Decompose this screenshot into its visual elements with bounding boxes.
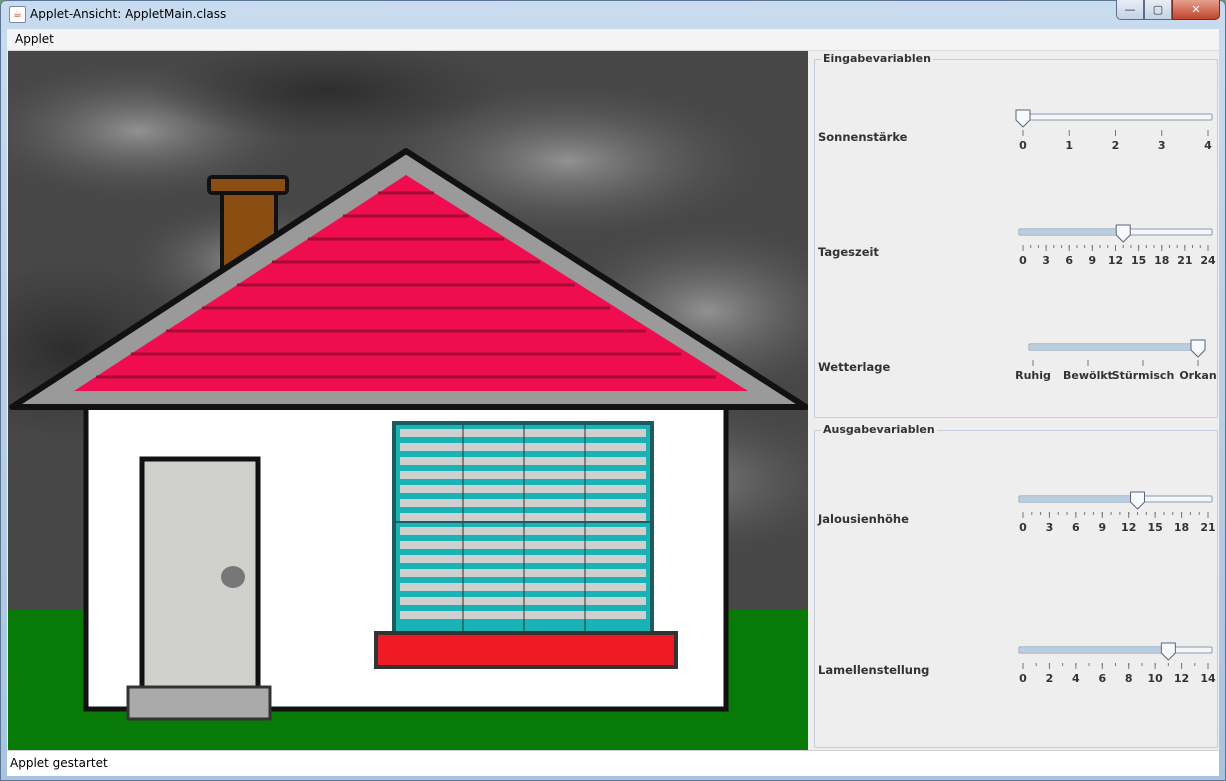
tick-label: 1	[1065, 139, 1073, 152]
minimize-button[interactable]: —	[1116, 0, 1144, 20]
label-lamellenstellung: Lamellenstellung	[818, 663, 930, 677]
tick-label: 4	[1204, 139, 1212, 152]
tick-label: Stürmisch	[1112, 369, 1175, 382]
slider-track-fill	[1020, 648, 1169, 652]
window-controls: — ▢ ✕	[1116, 0, 1220, 20]
tick-label: 0	[1019, 254, 1027, 267]
tick-label: 12	[1121, 521, 1136, 534]
tick-label: 0	[1019, 521, 1027, 534]
tick-label: 21	[1177, 254, 1192, 267]
control-panel: Eingabevariablen Sonnenstärke 01234 Tage…	[812, 51, 1218, 750]
window-title: Applet-Ansicht: AppletMain.class	[30, 7, 227, 21]
slider-jalousienhoehe[interactable]: 0 3 6 9 12 15 18 21	[1018, 491, 1219, 542]
tick-label: 3	[1046, 521, 1054, 534]
slider-track	[1018, 113, 1213, 121]
slider-sonnenstaerke[interactable]: 0 1 2 3 4	[1015, 109, 1219, 160]
slider-track-fill	[1020, 497, 1138, 501]
input-variables-group: Eingabevariablen Sonnenstärke 01234 Tage…	[814, 52, 1219, 418]
house-scene-canvas	[8, 51, 808, 750]
slider-thumb[interactable]	[1160, 642, 1176, 661]
tick-label: 18	[1154, 254, 1169, 267]
maximize-button[interactable]: ▢	[1144, 0, 1172, 20]
tick-label: Bewölkt	[1063, 369, 1113, 382]
status-bar: Applet gestartet	[7, 750, 1219, 776]
app-window: ☕ Applet-Ansicht: AppletMain.class — ▢ ✕…	[0, 0, 1226, 781]
java-icon: ☕	[9, 6, 26, 23]
slider-track-fill	[1030, 345, 1198, 349]
tick-label: 8	[1125, 672, 1133, 685]
tick-label: 2	[1046, 672, 1054, 685]
label-tageszeit: Tageszeit	[818, 245, 879, 259]
slider-thumb[interactable]	[1190, 339, 1206, 358]
door-knob	[221, 566, 245, 588]
tick-label: 6	[1065, 254, 1073, 267]
chimney-cap	[207, 175, 289, 195]
tick-label: 0	[1019, 139, 1027, 152]
label-jalousienhoehe: Jalousienhöhe	[818, 512, 909, 526]
tick-label: 21	[1200, 521, 1215, 534]
input-group-title: Eingabevariablen	[821, 52, 933, 65]
slider-lamellenstellung[interactable]: 0 2 4 6 8 10 12 14	[1018, 642, 1219, 693]
slider-wetterlage[interactable]: Ruhig BewölktStürmisch Orkan	[1015, 339, 1219, 390]
tick-label: 15	[1147, 521, 1162, 534]
menu-bar: Applet	[7, 29, 1219, 51]
slider-tageszeit[interactable]: 0 3 6 9 12 15 18 21 24	[1018, 224, 1219, 275]
slider-thumb[interactable]	[1115, 224, 1131, 243]
tick-label: 2	[1112, 139, 1120, 152]
tick-label: 4	[1072, 672, 1080, 685]
title-bar: ☕ Applet-Ansicht: AppletMain.class — ▢ ✕	[0, 0, 1226, 28]
tick-label: 3	[1042, 254, 1050, 267]
close-button[interactable]: ✕	[1172, 0, 1220, 20]
tick-label: 6	[1072, 521, 1080, 534]
applet-client-area: Applet Eingabevariablen Sonnenstärke 0 1…	[7, 29, 1219, 776]
tick-label: 6	[1098, 672, 1106, 685]
slider-track-fill	[1020, 230, 1124, 234]
slider-thumb[interactable]	[1130, 491, 1146, 510]
menu-applet[interactable]: Applet	[15, 32, 54, 46]
door-step	[126, 685, 272, 721]
tick-label: 9	[1098, 521, 1106, 534]
label-sonnenstaerke: Sonnenstärke	[818, 130, 908, 144]
tick-label: 24	[1200, 254, 1216, 267]
house-scene	[8, 51, 808, 750]
output-variables-group: Ausgabevariablen Jalousienhöhe 0 3 6 9 12 15 1…	[814, 423, 1219, 748]
tick-label: 15	[1131, 254, 1146, 267]
tick-label: 10	[1147, 672, 1163, 685]
tick-label: 12	[1174, 672, 1189, 685]
tick-label: 14	[1200, 672, 1216, 685]
status-text: Applet gestartet	[10, 756, 108, 770]
label-wetterlage: Wetterlage	[818, 360, 891, 374]
tick-label: 0	[1019, 672, 1027, 685]
tick-label: Ruhig	[1015, 369, 1051, 382]
output-group-title: Ausgabevariablen	[821, 423, 937, 436]
tick-label: 12	[1108, 254, 1123, 267]
window-sill	[374, 631, 678, 669]
tick-label: Orkan	[1179, 369, 1216, 382]
slider-thumb[interactable]	[1015, 109, 1031, 128]
tick-label: 18	[1174, 521, 1189, 534]
tick-label: 9	[1089, 254, 1097, 267]
tick-label: 3	[1158, 139, 1166, 152]
